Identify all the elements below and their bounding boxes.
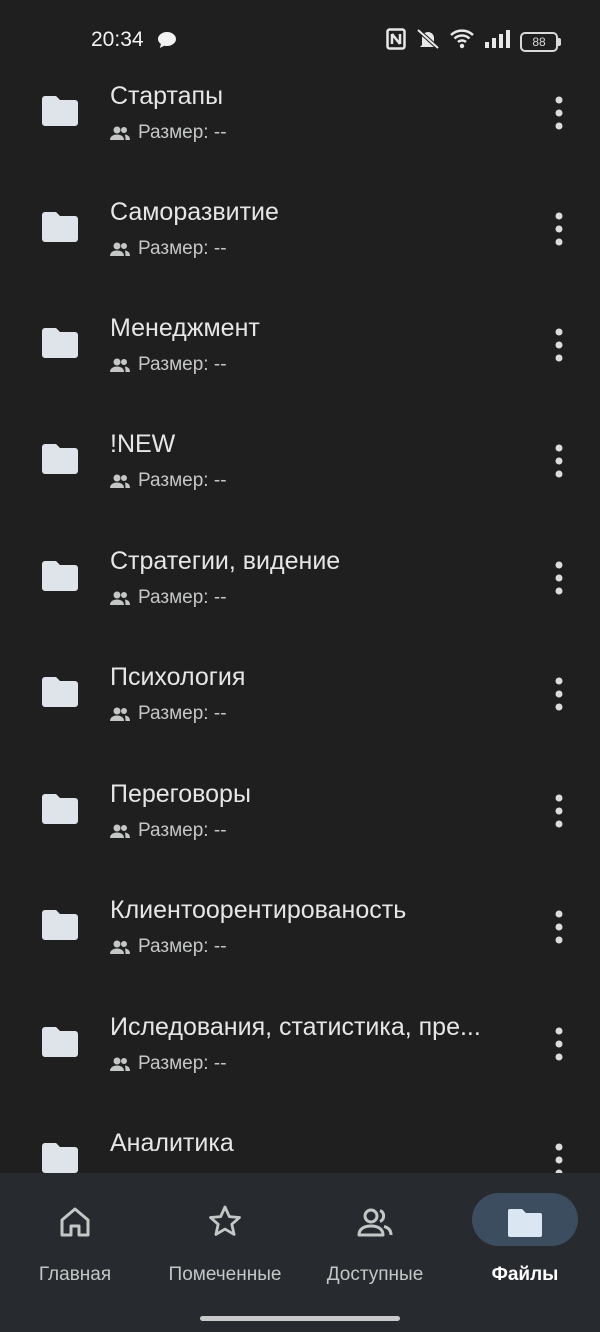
more-options-icon[interactable] <box>547 677 571 711</box>
nav-files[interactable]: Файлы <box>450 1173 600 1293</box>
list-item[interactable]: Клиентоорентированость Размер: -- <box>0 854 600 970</box>
more-options-icon[interactable] <box>547 1027 571 1061</box>
file-size: Размер: -- <box>138 820 227 841</box>
folder-icon <box>42 96 78 126</box>
file-name: Стратегии, видение <box>110 547 341 575</box>
file-name: Аналитика <box>110 1129 234 1157</box>
list-item[interactable]: Иследования, статистика, пре... Размер: … <box>0 971 600 1087</box>
nav-shared[interactable]: Доступные <box>300 1173 450 1293</box>
list-item[interactable]: Аналитика <box>0 1087 600 1173</box>
shared-icon <box>110 126 130 140</box>
file-meta: Размер: -- <box>110 820 227 842</box>
more-options-icon[interactable] <box>547 910 571 944</box>
file-name: Саморазвитие <box>110 198 279 226</box>
file-meta: Размер: -- <box>110 936 227 958</box>
file-name: Иследования, статистика, пре... <box>110 1013 481 1041</box>
file-meta: Размер: -- <box>110 238 227 260</box>
folder-icon <box>42 1143 78 1173</box>
folder-icon <box>42 212 78 242</box>
list-item[interactable]: Психология Размер: -- <box>0 621 600 737</box>
file-size: Размер: -- <box>138 238 227 259</box>
shared-icon <box>110 474 130 488</box>
file-size: Размер: -- <box>138 703 227 724</box>
star-icon <box>209 1205 241 1236</box>
folder-icon <box>42 561 78 591</box>
nav-shared-label: Доступные <box>326 1264 424 1285</box>
file-size: Размер: -- <box>138 122 227 143</box>
list-item[interactable]: Менеджмент Размер: -- <box>0 272 600 388</box>
home-icon <box>60 1207 90 1237</box>
folder-icon <box>42 1027 78 1057</box>
shared-icon <box>110 940 130 954</box>
list-item[interactable]: Стартапы Размер: -- <box>0 40 600 156</box>
more-options-icon[interactable] <box>547 212 571 246</box>
file-size: Размер: -- <box>138 1053 227 1074</box>
gesture-bar[interactable] <box>200 1316 400 1321</box>
nav-home-label: Главная <box>38 1264 112 1285</box>
folder-icon <box>42 910 78 940</box>
file-name: Психология <box>110 663 246 691</box>
nav-home[interactable]: Главная <box>0 1173 150 1293</box>
more-options-icon[interactable] <box>547 444 571 478</box>
file-meta: Размер: -- <box>110 470 227 492</box>
list-item[interactable]: Переговоры Размер: -- <box>0 738 600 854</box>
file-name: !NEW <box>110 430 176 458</box>
file-size: Размер: -- <box>138 936 227 957</box>
people-icon <box>357 1208 393 1237</box>
file-meta: Размер: -- <box>110 1053 227 1075</box>
list-item[interactable]: !NEW Размер: -- <box>0 388 600 504</box>
shared-icon <box>110 591 130 605</box>
nav-files-label: Файлы <box>491 1264 559 1285</box>
shared-icon <box>110 242 130 256</box>
folder-icon <box>42 328 78 358</box>
shared-icon <box>110 358 130 372</box>
file-meta: Размер: -- <box>110 587 227 609</box>
nav-starred[interactable]: Помеченные <box>150 1173 300 1293</box>
file-size: Размер: -- <box>138 470 227 491</box>
file-name: Менеджмент <box>110 314 260 342</box>
more-options-icon[interactable] <box>547 1143 571 1173</box>
file-size: Размер: -- <box>138 587 227 608</box>
bottom-navigation: Главная Помеченные Доступные Файлы <box>0 1173 600 1332</box>
more-options-icon[interactable] <box>547 96 571 130</box>
folder-icon <box>508 1209 542 1237</box>
folder-icon <box>42 677 78 707</box>
more-options-icon[interactable] <box>547 328 571 362</box>
list-item[interactable]: Саморазвитие Размер: -- <box>0 156 600 272</box>
folder-icon <box>42 444 78 474</box>
shared-icon <box>110 707 130 721</box>
more-options-icon[interactable] <box>547 794 571 828</box>
file-meta: Размер: -- <box>110 354 227 376</box>
file-size: Размер: -- <box>138 354 227 375</box>
shared-icon <box>110 1057 130 1071</box>
shared-icon <box>110 824 130 838</box>
folder-icon <box>42 794 78 824</box>
more-options-icon[interactable] <box>547 561 571 595</box>
file-name: Переговоры <box>110 780 251 808</box>
nav-starred-label: Помеченные <box>168 1264 282 1285</box>
list-item[interactable]: Стратегии, видение Размер: -- <box>0 505 600 621</box>
file-meta: Размер: -- <box>110 122 227 144</box>
file-name: Клиентоорентированость <box>110 896 407 924</box>
file-name: Стартапы <box>110 82 224 110</box>
file-list[interactable]: Стартапы Размер: -- Саморазвитие Размер:… <box>0 40 600 1173</box>
file-meta: Размер: -- <box>110 703 227 725</box>
